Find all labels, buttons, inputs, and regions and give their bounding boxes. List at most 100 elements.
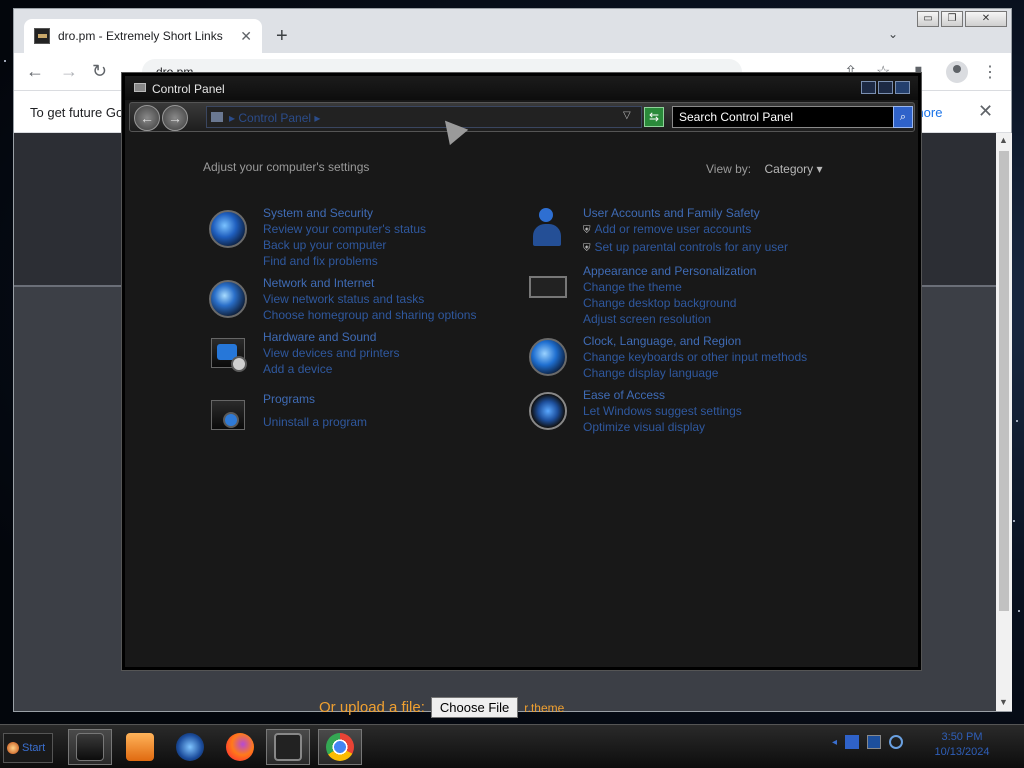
- category-link[interactable]: Change desktop background: [583, 295, 756, 311]
- appearance-monitor-icon[interactable]: [525, 264, 571, 310]
- reload-icon[interactable]: ↻: [92, 61, 107, 82]
- category-network-internet: Network and Internet View network status…: [205, 276, 476, 323]
- star: [1018, 610, 1020, 612]
- star: [4, 60, 6, 62]
- cp-navigation-bar: ← → ▸ Control Panel ▸ ▽ ⇆ ⌕: [129, 102, 915, 132]
- scroll-up-icon[interactable]: ▲: [999, 135, 1008, 145]
- tab-search-chevron-icon[interactable]: ⌄: [888, 27, 898, 41]
- category-clock-language: Clock, Language, and Region Change keybo…: [525, 334, 807, 381]
- taskbar-chrome[interactable]: [318, 729, 362, 765]
- upload-row: Or upload a file: Choose File r.theme: [319, 697, 564, 718]
- category-link[interactable]: View network status and tasks: [263, 291, 476, 307]
- category-title[interactable]: System and Security: [263, 206, 426, 221]
- cp-forward-arrow-icon[interactable]: →: [162, 105, 188, 131]
- cp-back-arrow-icon[interactable]: ←: [134, 105, 160, 131]
- window-controls: ▭ ❐ ✕: [917, 11, 1007, 27]
- star: [1016, 420, 1018, 422]
- category-hardware-sound: Hardware and Sound View devices and prin…: [205, 330, 400, 377]
- clock-time: 3:50 PM: [941, 731, 983, 743]
- site-favicon-icon: [34, 28, 50, 44]
- category-ease-of-access: Ease of Access Let Windows suggest setti…: [525, 388, 742, 435]
- browser-tab[interactable]: dro.pm - Extremely Short Links ✕: [24, 19, 262, 53]
- user-accounts-icon[interactable]: [525, 206, 571, 252]
- tab-strip: dro.pm - Extremely Short Links ✕ + ⌄ ▭ ❐…: [14, 9, 1011, 53]
- close-window-button[interactable]: ✕: [965, 11, 1007, 27]
- network-icon[interactable]: [867, 735, 882, 749]
- control-panel-window: Control Panel ← → ▸ Control Panel ▸ ▽ ⇆ …: [122, 73, 921, 670]
- ease-of-access-icon[interactable]: [525, 388, 571, 434]
- search-icon[interactable]: ⌕: [893, 106, 913, 128]
- taskbar-explorer[interactable]: [68, 729, 112, 765]
- category-link[interactable]: Change display language: [583, 365, 807, 381]
- category-title[interactable]: User Accounts and Family Safety: [583, 206, 788, 221]
- scroll-down-icon[interactable]: ▼: [999, 697, 1008, 707]
- choose-file-button[interactable]: Choose File: [430, 697, 519, 718]
- category-link[interactable]: Optimize visual display: [583, 419, 742, 435]
- control-panel-titlebar[interactable]: Control Panel: [125, 76, 918, 100]
- media-player-icon: [126, 733, 154, 761]
- category-link[interactable]: View devices and printers: [263, 345, 400, 361]
- clock-globe-icon[interactable]: [525, 334, 571, 380]
- category-title[interactable]: Ease of Access: [583, 388, 742, 403]
- taskbar-firefox[interactable]: [218, 729, 262, 765]
- back-arrow-icon[interactable]: ←: [26, 61, 44, 82]
- taskbar-control-panel[interactable]: [266, 729, 310, 765]
- category-link[interactable]: Back up your computer: [263, 237, 426, 253]
- tray-app-icon[interactable]: [845, 735, 860, 749]
- cp-close-button[interactable]: [895, 81, 910, 94]
- view-by-value[interactable]: Category ▾: [764, 162, 822, 176]
- start-button[interactable]: Start: [3, 733, 53, 763]
- taskbar-media-player[interactable]: [118, 729, 162, 765]
- category-link[interactable]: Choose homegroup and sharing options: [263, 307, 476, 323]
- category-title[interactable]: Network and Internet: [263, 276, 476, 291]
- hardware-printer-icon[interactable]: [205, 330, 251, 376]
- address-dropdown-icon[interactable]: ▽: [623, 110, 631, 121]
- category-link[interactable]: Add a device: [263, 361, 400, 377]
- tray-expand-icon[interactable]: ◂: [832, 737, 837, 748]
- infobar-message: To get future Go: [30, 105, 124, 120]
- system-security-icon[interactable]: [205, 206, 251, 252]
- category-link[interactable]: Adjust screen resolution: [583, 311, 756, 327]
- category-link[interactable]: Set up parental controls for any user: [583, 239, 788, 257]
- cp-refresh-icon[interactable]: ⇆: [644, 107, 664, 127]
- system-tray: ◂: [832, 735, 904, 749]
- cp-address-bar[interactable]: ▸ Control Panel ▸ ▽: [206, 106, 642, 128]
- network-globe-icon[interactable]: [205, 276, 251, 322]
- view-by-control[interactable]: View by: Category ▾: [706, 162, 823, 176]
- scroll-thumb[interactable]: [999, 151, 1009, 611]
- category-programs: Programs Uninstall a program: [205, 392, 367, 438]
- category-title[interactable]: Clock, Language, and Region: [583, 334, 807, 349]
- category-link[interactable]: Add or remove user accounts: [583, 221, 788, 239]
- taskbar: Start ◂ 3:50 PM 10/13/2024: [0, 724, 1024, 768]
- minimize-button[interactable]: ▭: [917, 11, 939, 27]
- volume-icon[interactable]: [889, 735, 904, 749]
- forward-arrow-icon[interactable]: →: [60, 61, 78, 82]
- category-link[interactable]: Change the theme: [583, 279, 756, 295]
- cp-minimize-button[interactable]: [861, 81, 876, 94]
- tab-close-icon[interactable]: ✕: [240, 28, 252, 45]
- category-link[interactable]: Review your computer's status: [263, 221, 426, 237]
- cp-maximize-button[interactable]: [878, 81, 893, 94]
- control-panel-title: Control Panel: [152, 82, 225, 96]
- category-title[interactable]: Hardware and Sound: [263, 330, 400, 345]
- category-link[interactable]: Uninstall a program: [263, 414, 367, 430]
- category-title[interactable]: Appearance and Personalization: [583, 264, 756, 279]
- upload-label: Or upload a file:: [319, 699, 425, 716]
- programs-box-icon[interactable]: [205, 392, 251, 438]
- menu-kebab-icon[interactable]: ⋮: [982, 62, 998, 82]
- cp-address-text: ▸ Control Panel ▸: [229, 111, 321, 125]
- profile-avatar-icon[interactable]: [946, 61, 968, 83]
- new-tab-button[interactable]: +: [276, 25, 288, 48]
- category-title[interactable]: Programs: [263, 392, 367, 407]
- firefox-icon: [226, 733, 254, 761]
- control-panel-icon: [134, 83, 146, 92]
- cp-search-input[interactable]: [672, 106, 894, 128]
- maximize-button[interactable]: ❐: [941, 11, 963, 27]
- category-link[interactable]: Change keyboards or other input methods: [583, 349, 807, 365]
- page-scrollbar[interactable]: ▲ ▼: [996, 133, 1012, 711]
- category-link[interactable]: Find and fix problems: [263, 253, 426, 269]
- category-link[interactable]: Let Windows suggest settings: [583, 403, 742, 419]
- taskbar-ie[interactable]: [168, 729, 212, 765]
- taskbar-clock[interactable]: 3:50 PM 10/13/2024: [922, 730, 1002, 760]
- infobar-close-icon[interactable]: ✕: [978, 101, 993, 122]
